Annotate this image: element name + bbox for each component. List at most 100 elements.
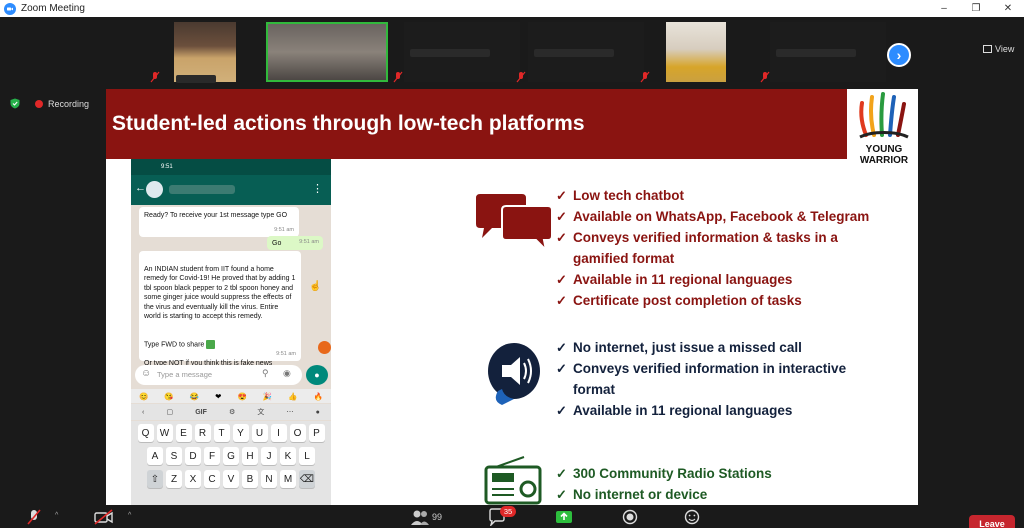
feature-item: ✓ Available in 11 regional languages xyxy=(556,269,869,290)
emoji-icon: 😂 xyxy=(189,391,200,401)
checkmark-icon: ✓ xyxy=(556,293,567,308)
view-button[interactable]: View xyxy=(983,44,1014,54)
camera-icon: ◉ xyxy=(283,368,291,378)
feature-item-continuation: format xyxy=(573,382,616,397)
feature-item-continuation: gamified format xyxy=(573,251,675,266)
key: Y xyxy=(232,424,249,442)
participant-video-4[interactable] xyxy=(666,22,726,82)
message-text: An INDIAN student from IIT found a home … xyxy=(144,265,296,321)
emoji-icon: 🔥 xyxy=(313,391,323,401)
emoji-icon: 😍 xyxy=(237,391,247,401)
emoji-icon: 😊 xyxy=(139,391,149,401)
emoji-icon: 😘 xyxy=(164,391,174,401)
chevron-left-icon: ‹ xyxy=(142,408,145,416)
recording-label[interactable]: Recording xyxy=(48,99,89,109)
mic-icon: ● xyxy=(306,365,328,385)
title-bar: Zoom Meeting – ❐ ✕ xyxy=(0,0,1024,17)
mic-muted-icon xyxy=(516,71,526,83)
close-button[interactable]: ✕ xyxy=(992,0,1024,17)
keyboard-row-3: ⇧ Z X C V B N M ⌫ xyxy=(131,470,331,488)
key: T xyxy=(213,424,230,442)
key: Q xyxy=(137,424,154,442)
participants-count: 99 xyxy=(432,512,443,522)
message-time: 9:51 am xyxy=(276,350,296,357)
grid-icon xyxy=(983,45,992,53)
meeting-toolbar: ^ ^ 99 35 Leave xyxy=(0,505,1024,528)
orange-floating-icon xyxy=(318,341,331,354)
key: F xyxy=(204,447,220,465)
message-input-placeholder: Type a message xyxy=(157,370,213,379)
message-time: 9:51 am xyxy=(299,238,319,245)
key: D xyxy=(185,447,201,465)
translate-icon: 文 xyxy=(257,409,265,416)
emoji-icon: 👍 xyxy=(288,391,298,401)
share-screen-icon[interactable] xyxy=(555,508,573,526)
maximize-button[interactable]: ❐ xyxy=(960,0,992,17)
participant-video-1[interactable] xyxy=(174,22,236,82)
key: L xyxy=(299,447,315,465)
sticker-icon: ▢ xyxy=(166,409,174,416)
window-controls: – ❐ ✕ xyxy=(928,0,1024,17)
participant-name-blur xyxy=(410,49,490,57)
key: B xyxy=(242,470,258,488)
participant-name-blur xyxy=(176,75,216,83)
young-warrior-hands-icon xyxy=(859,92,909,139)
next-page-button[interactable]: › xyxy=(887,43,911,67)
record-icon[interactable] xyxy=(622,508,638,526)
chevron-right-icon: › xyxy=(896,47,902,63)
key: A xyxy=(147,447,163,465)
key: N xyxy=(261,470,277,488)
chat-header: ← ⋮ xyxy=(131,175,331,205)
message-fwd-line: Type FWD to share xyxy=(144,341,205,349)
key: O xyxy=(289,424,306,442)
key: X xyxy=(185,470,201,488)
logo-text-line2: WARRIOR xyxy=(859,155,909,166)
feature-item: ✓ Certificate post completion of tasks xyxy=(556,290,869,311)
emoji-suggestion-row: 😊 😘 😂 ❤ 😍 🎉 👍 🔥 xyxy=(131,389,331,403)
participant-name-blur xyxy=(534,49,614,57)
participant-video-active-speaker[interactable] xyxy=(266,22,388,82)
young-warrior-logo: YOUNG WARRIOR xyxy=(852,91,916,167)
chevron-up-icon[interactable]: ^ xyxy=(55,512,58,519)
back-arrow-icon: ← xyxy=(135,182,146,194)
window-title: Zoom Meeting xyxy=(21,3,85,14)
shield-icon[interactable] xyxy=(10,98,20,109)
emoji-icon: 🎉 xyxy=(262,391,273,401)
key: R xyxy=(194,424,211,442)
shared-screen-slide: Student-led actions through low-tech pla… xyxy=(106,89,918,505)
feature-item: ✓ Low tech chatbot xyxy=(556,185,869,206)
stop-video-icon[interactable] xyxy=(94,508,114,526)
checkmark-icon: ✓ xyxy=(556,188,567,203)
feature-item: ✓ No internet, just issue a missed call xyxy=(556,337,846,358)
phone-status-time: 9:51 xyxy=(161,164,173,170)
shift-icon: ⇧ xyxy=(147,470,163,488)
participants-icon[interactable] xyxy=(410,508,430,526)
minimize-button[interactable]: – xyxy=(928,0,960,17)
mute-mic-icon[interactable] xyxy=(26,508,42,526)
avatar xyxy=(146,181,163,198)
emoji-icon: ☺ xyxy=(141,368,152,379)
reactions-icon[interactable] xyxy=(684,508,700,526)
speaker-phone-icon xyxy=(488,343,540,405)
key: Z xyxy=(166,470,182,488)
view-label: View xyxy=(995,44,1015,54)
keyboard-row-2: A S D F G H J K L xyxy=(131,447,331,465)
feature-item: ✓ Conveys verified information & tasks in… xyxy=(556,227,869,248)
chevron-up-icon[interactable]: ^ xyxy=(128,512,131,519)
mic-muted-icon xyxy=(640,71,650,83)
feature-item: ✓ Conveys verified information in interac… xyxy=(556,358,846,379)
attach-icon: ⚲ xyxy=(262,368,269,378)
key: W xyxy=(156,424,173,442)
whatsapp-phone-screenshot: 9:51 ← ⋮ Ready? To receive your 1st mess… xyxy=(131,159,331,505)
key: P xyxy=(308,424,325,442)
missed-call-features-list: ✓ No internet, just issue a missed call ✓… xyxy=(556,337,846,421)
chat-message-incoming: Ready? To receive your 1st message type … xyxy=(139,207,299,237)
key: I xyxy=(270,424,287,442)
feature-item: ✓ Available in 11 regional languages xyxy=(556,400,846,421)
checkmark-icon: ✓ xyxy=(556,361,567,376)
keyboard-toolbar: ‹ ▢ GIF ⚙ 文 ⋯ ● xyxy=(131,404,331,420)
leave-button[interactable]: Leave xyxy=(969,515,1015,528)
checkmark-icon: ✓ xyxy=(556,230,567,245)
key: U xyxy=(251,424,268,442)
key: G xyxy=(223,447,239,465)
